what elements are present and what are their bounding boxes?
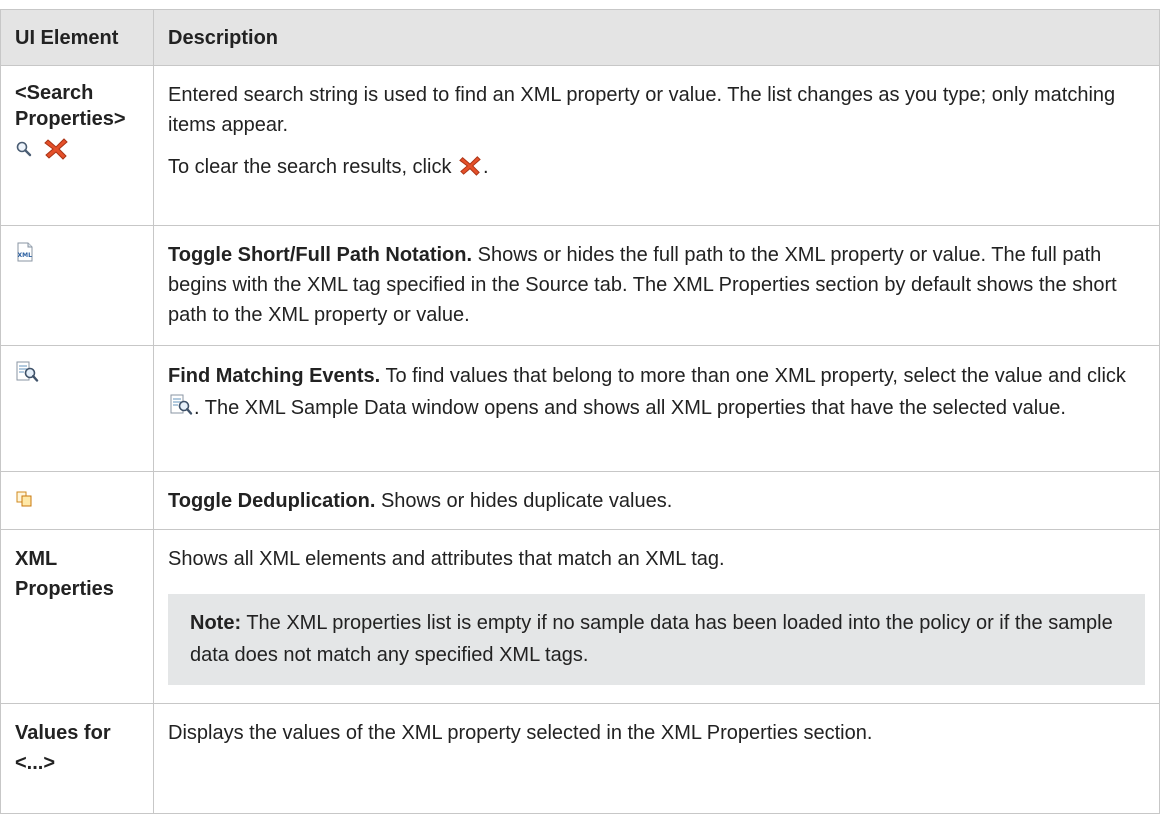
table-row: Toggle Deduplication. Shows or hides dup…: [0, 471, 1160, 530]
description-cell: Entered search string is used to find an…: [153, 65, 1160, 226]
table-row: XML Toggle Short/Full Path Notation. Sho…: [0, 225, 1160, 346]
note-label: Note:: [190, 611, 242, 634]
svg-text:XML: XML: [18, 252, 33, 259]
find-matching-events-icon: [15, 360, 39, 393]
description-text: Entered search string is used to find an…: [168, 84, 1116, 136]
note-text: The XML properties list is empty if no s…: [190, 611, 1113, 666]
element-cell: XML Properties: [0, 528, 154, 704]
description-text: To find values that belong to more than …: [385, 365, 1126, 387]
description-title: Find Matching Events.: [168, 365, 381, 387]
element-cell: [0, 471, 154, 530]
description-text: . The XML Sample Data window opens and s…: [194, 397, 1066, 419]
ui-element-table: UI Element Description <Search Propertie…: [0, 9, 1160, 814]
description-title: Toggle Short/Full Path Notation.: [168, 244, 473, 266]
description-text: Displays the values of the XML property …: [168, 721, 873, 744]
clear-x-icon: [458, 154, 482, 185]
element-label: <Search Properties>: [15, 82, 126, 130]
description-cell: Toggle Deduplication. Shows or hides dup…: [153, 471, 1160, 530]
table-row: Values for <...> Displays the values of …: [0, 702, 1160, 814]
table-row: Find Matching Events. To find values tha…: [0, 345, 1160, 472]
find-matching-events-icon: [169, 393, 193, 427]
description-text: To clear the search results, click .: [168, 152, 1145, 185]
element-cell: [0, 345, 154, 472]
table-row: XML Properties Shows all XML elements an…: [0, 528, 1160, 704]
note-box: Note: The XML properties list is empty i…: [168, 593, 1145, 685]
element-cell: XML: [0, 225, 154, 346]
element-cell: <Search Properties>: [0, 65, 154, 226]
table-header-row: UI Element Description: [0, 9, 1160, 66]
description-text: Shows or hides duplicate values.: [380, 490, 673, 512]
xml-path-icon: XML: [15, 241, 35, 271]
description-cell: Displays the values of the XML property …: [153, 702, 1160, 814]
description-cell: Shows all XML elements and attributes th…: [153, 528, 1160, 704]
description-cell: Toggle Short/Full Path Notation. Shows o…: [153, 225, 1160, 346]
table-row: <Search Properties> Entered search strin…: [0, 65, 1160, 226]
element-label: XML Properties: [15, 547, 114, 600]
dedup-icon: [15, 487, 33, 517]
element-cell: Values for <...>: [0, 702, 154, 814]
description-text: Shows all XML elements and attributes th…: [168, 547, 725, 570]
header-description: Description: [153, 9, 1160, 66]
clear-x-icon: [43, 136, 69, 167]
description-title: Toggle Deduplication.: [168, 490, 376, 512]
element-label: Values for <...>: [15, 721, 111, 774]
header-ui-element: UI Element: [0, 9, 154, 66]
search-icon: [15, 139, 33, 165]
description-cell: Find Matching Events. To find values tha…: [153, 345, 1160, 472]
